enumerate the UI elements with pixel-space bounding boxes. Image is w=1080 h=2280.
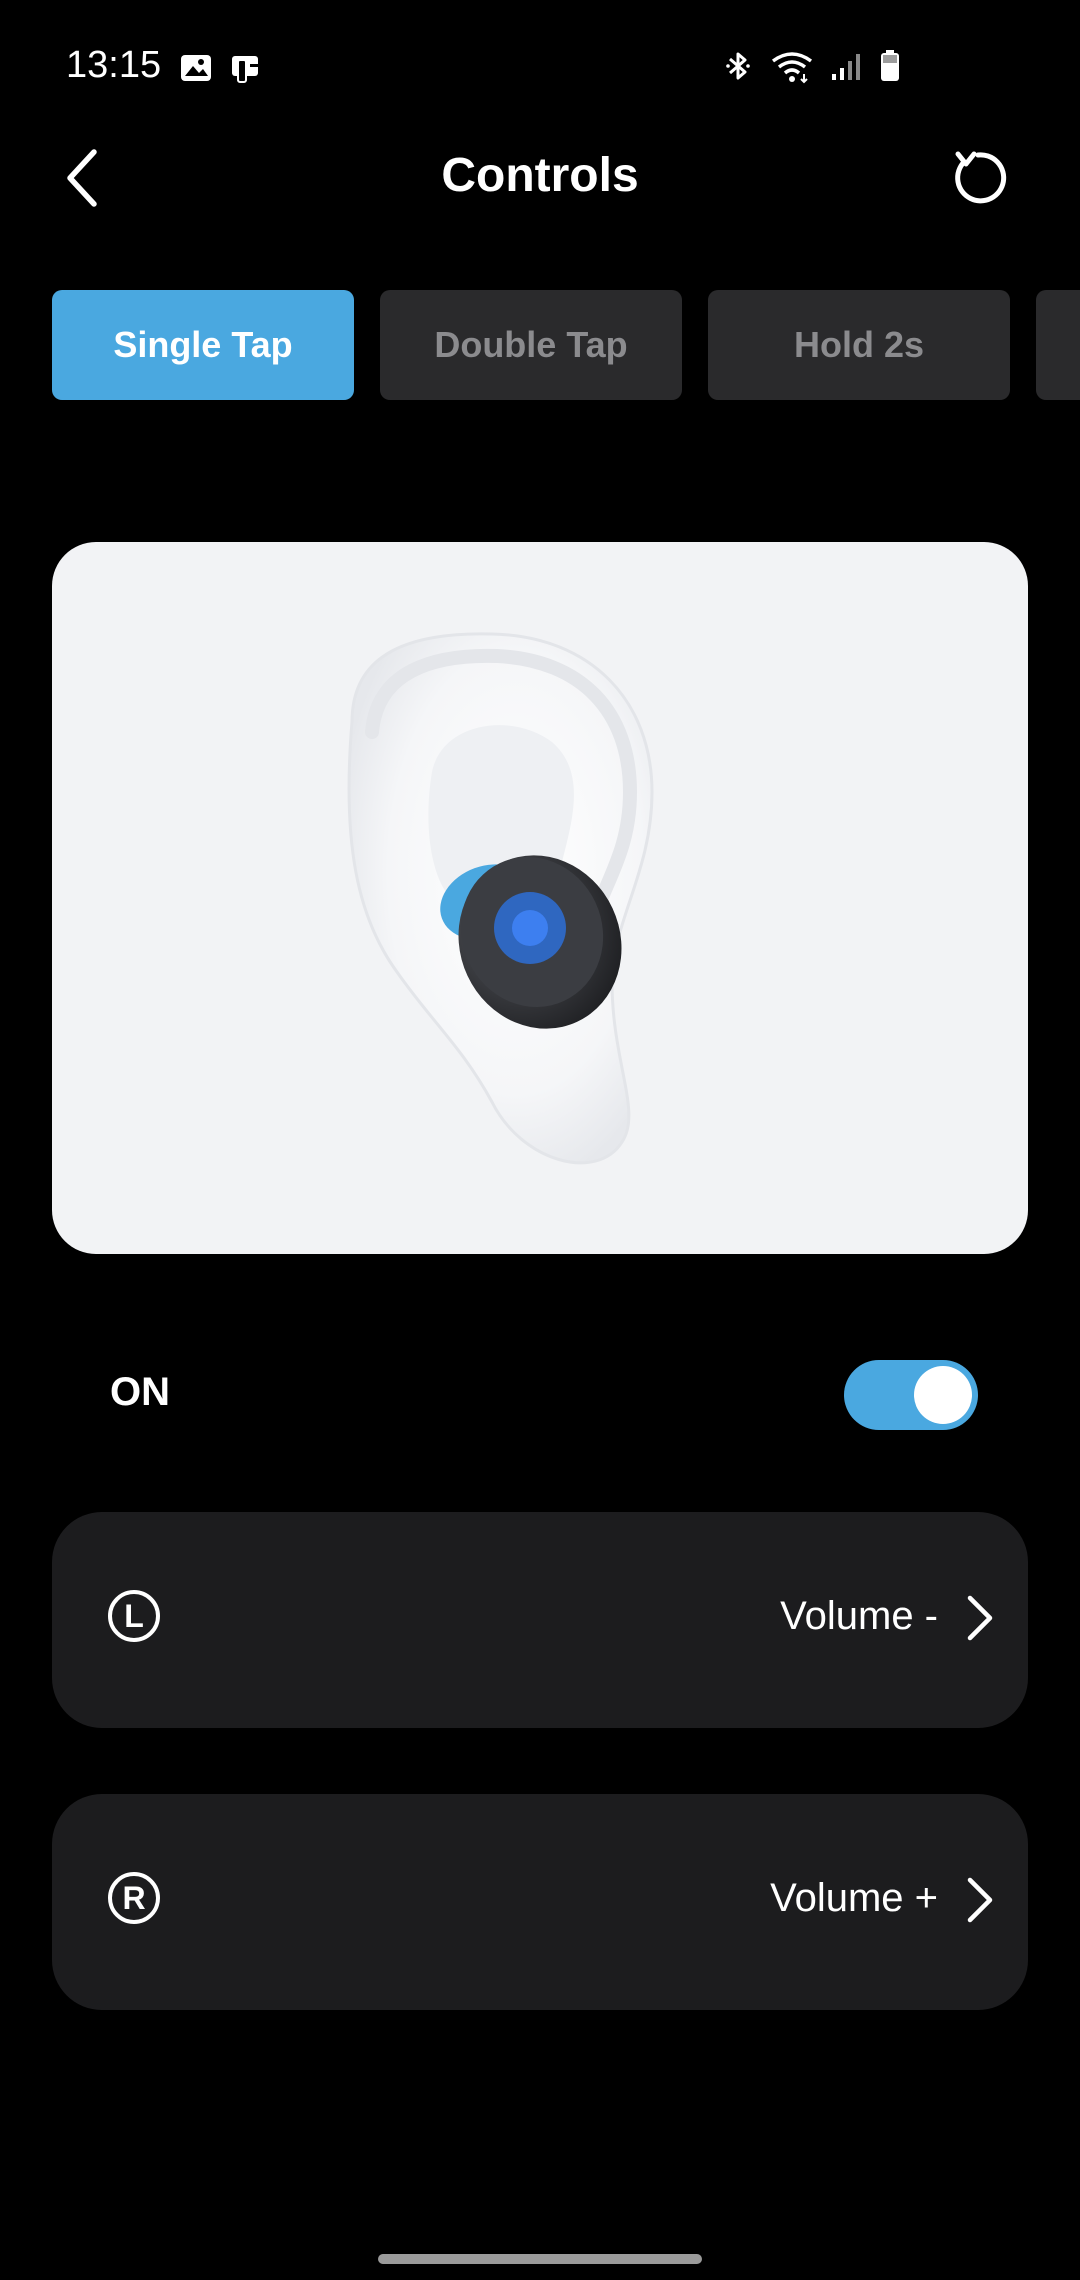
controls-toggle[interactable] [844,1360,978,1430]
header: Controls [0,130,1080,230]
status-left-icons [178,50,264,86]
gallery-icon [181,55,211,81]
earbud-illustration [52,542,1028,1254]
tab-hold-2s[interactable]: Hold 2s [708,290,1010,400]
status-bar: 13:15 [0,0,1080,130]
tab-double-tap[interactable]: Double Tap [380,290,682,400]
ear-earbud-icon [347,632,654,1165]
reset-button[interactable] [938,138,1018,218]
bluetooth-icon [726,52,750,80]
on-label: ON [110,1370,170,1414]
gesture-tabs: Single Tap Double Tap Hold 2s [52,290,1080,400]
left-action-value: Volume - [780,1594,938,1638]
reset-icon [955,151,1007,204]
chevron-right-icon [967,1877,993,1923]
on-toggle-row: ON [52,1350,1028,1440]
toggle-knob [914,1366,972,1424]
device-icon [232,56,260,83]
right-earbud-action-row[interactable]: R Volume + [52,1794,1028,2010]
home-indicator[interactable] [378,2254,702,2264]
signal-icon [832,54,860,80]
chevron-right-icon [967,1595,993,1641]
wifi-icon [771,52,813,84]
right-badge-icon: R [108,1872,160,1924]
right-action-value: Volume + [770,1876,938,1920]
status-right-icons [720,48,902,84]
left-badge-icon: L [108,1590,160,1642]
tab-single-tap[interactable]: Single Tap [52,290,354,400]
page-title: Controls [441,149,639,202]
left-earbud-action-row[interactable]: L Volume - [52,1512,1028,1728]
tab-more[interactable] [1036,290,1080,400]
battery-icon [881,50,899,81]
status-time: 13:15 [66,44,162,86]
